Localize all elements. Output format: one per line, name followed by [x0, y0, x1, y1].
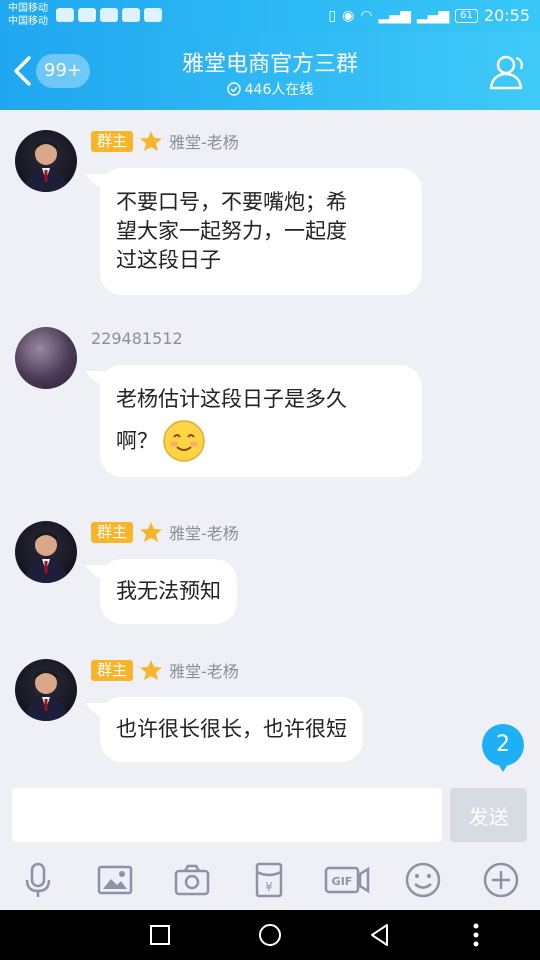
message-bubble[interactable]: 也许很长很长，也许很短: [100, 697, 363, 762]
notification-icons: [56, 8, 162, 22]
clock: 20:55: [483, 6, 530, 25]
star-icon: [140, 660, 163, 680]
svg-text:GIF: GIF: [332, 875, 353, 888]
chat-icon: [144, 8, 162, 22]
home-icon[interactable]: [257, 922, 283, 948]
message-input[interactable]: [12, 788, 442, 842]
microphone-icon[interactable]: [18, 860, 58, 900]
composer: 发送: [0, 780, 540, 850]
message-line: 啊？: [116, 429, 158, 453]
avatar[interactable]: [15, 327, 77, 389]
new-messages-badge[interactable]: 2: [482, 724, 524, 772]
check-circle-icon: [226, 82, 241, 96]
owner-badge: 群主: [91, 659, 134, 681]
avatar[interactable]: [15, 659, 77, 721]
online-count: 446人在线: [0, 79, 540, 99]
red-packet-icon[interactable]: ¥: [249, 860, 289, 900]
message-meta: 群主 雅堂-老杨: [91, 659, 239, 681]
sender-name[interactable]: 雅堂-老杨: [169, 520, 239, 544]
message-line-with-emoji: 啊？: [116, 419, 406, 463]
image-icon[interactable]: [95, 860, 135, 900]
system-icons: ▯ ◉ ◠ ▂▄▆ ▂▄▆ 61 20:55: [328, 6, 530, 25]
signal-icon: ▂▄▆: [416, 7, 450, 24]
system-nav-bar: [0, 910, 540, 960]
avatar-portrait: [23, 141, 69, 192]
message-line: 也许很长很长，也许很短: [116, 717, 347, 741]
app-notification-icon: [56, 8, 74, 22]
camera-icon[interactable]: [172, 860, 212, 900]
wechat-icon: [100, 8, 118, 22]
message-meta: 229481512: [91, 327, 183, 349]
gif-video-icon[interactable]: GIF: [324, 860, 370, 900]
eye-icon: ◉: [342, 7, 355, 24]
online-label: 446人在线: [244, 82, 314, 98]
group-members-icon[interactable]: [484, 50, 528, 94]
smile-emoji-icon: [163, 420, 205, 462]
recent-apps-icon[interactable]: [147, 922, 173, 948]
message-bubble[interactable]: 不要口号，不要嘴炮；希 望大家一起努力，一起度 过这段日子: [100, 168, 422, 295]
star-icon: [140, 131, 163, 151]
sender-name[interactable]: 雅堂-老杨: [169, 129, 239, 153]
status-bar: 中国移动 中国移动 ▯ ◉ ◠ ▂▄▆ ▂▄▆ 61 20:55: [0, 0, 540, 32]
more-options-icon[interactable]: [463, 922, 489, 948]
avatar[interactable]: [15, 130, 77, 192]
wifi-icon: ◠: [360, 7, 373, 24]
carrier-1: 中国移动: [8, 3, 48, 14]
message-line: 我无法预知: [116, 579, 221, 603]
app-notification-icon: [122, 8, 140, 22]
carrier-2: 中国移动: [8, 16, 48, 27]
group-title: 雅堂电商官方三群: [181, 52, 358, 77]
battery-icon: 61: [455, 8, 478, 23]
vibrate-icon: ▯: [328, 7, 337, 24]
signal-icon: ▂▄▆: [378, 7, 411, 24]
svg-text:¥: ¥: [265, 880, 273, 894]
message-line: 不要口号，不要嘴炮；希: [116, 190, 347, 214]
sender-name[interactable]: 雅堂-老杨: [169, 658, 239, 682]
message-bubble[interactable]: 老杨估计这段日子是多久 啊？: [100, 365, 422, 477]
composer-toolbar: ¥ GIF: [0, 850, 540, 910]
message-meta: 群主 雅堂-老杨: [91, 130, 239, 152]
avatar-portrait: [23, 670, 69, 721]
app-notification-icon: [78, 8, 96, 22]
star-icon: [140, 522, 163, 542]
plus-icon[interactable]: [481, 860, 521, 900]
carrier-label: 中国移动 中国移动: [8, 2, 48, 28]
message-meta: 群主 雅堂-老杨: [91, 521, 239, 543]
owner-badge: 群主: [91, 521, 134, 543]
avatar[interactable]: [15, 521, 77, 583]
message-line: 过这段日子: [116, 248, 221, 272]
back-icon[interactable]: [367, 922, 393, 948]
owner-badge: 群主: [91, 130, 134, 152]
avatar-portrait: [23, 532, 69, 583]
message-line: 老杨估计这段日子是多久: [116, 387, 347, 411]
send-button[interactable]: 发送: [450, 788, 527, 842]
chat-header: 99+ 雅堂电商官方三群 446人在线: [0, 32, 540, 110]
message-line: 望大家一起努力，一起度: [116, 219, 347, 243]
emoji-icon[interactable]: [403, 860, 443, 900]
sender-name[interactable]: 229481512: [91, 329, 183, 348]
message-bubble[interactable]: 我无法预知: [100, 559, 237, 624]
